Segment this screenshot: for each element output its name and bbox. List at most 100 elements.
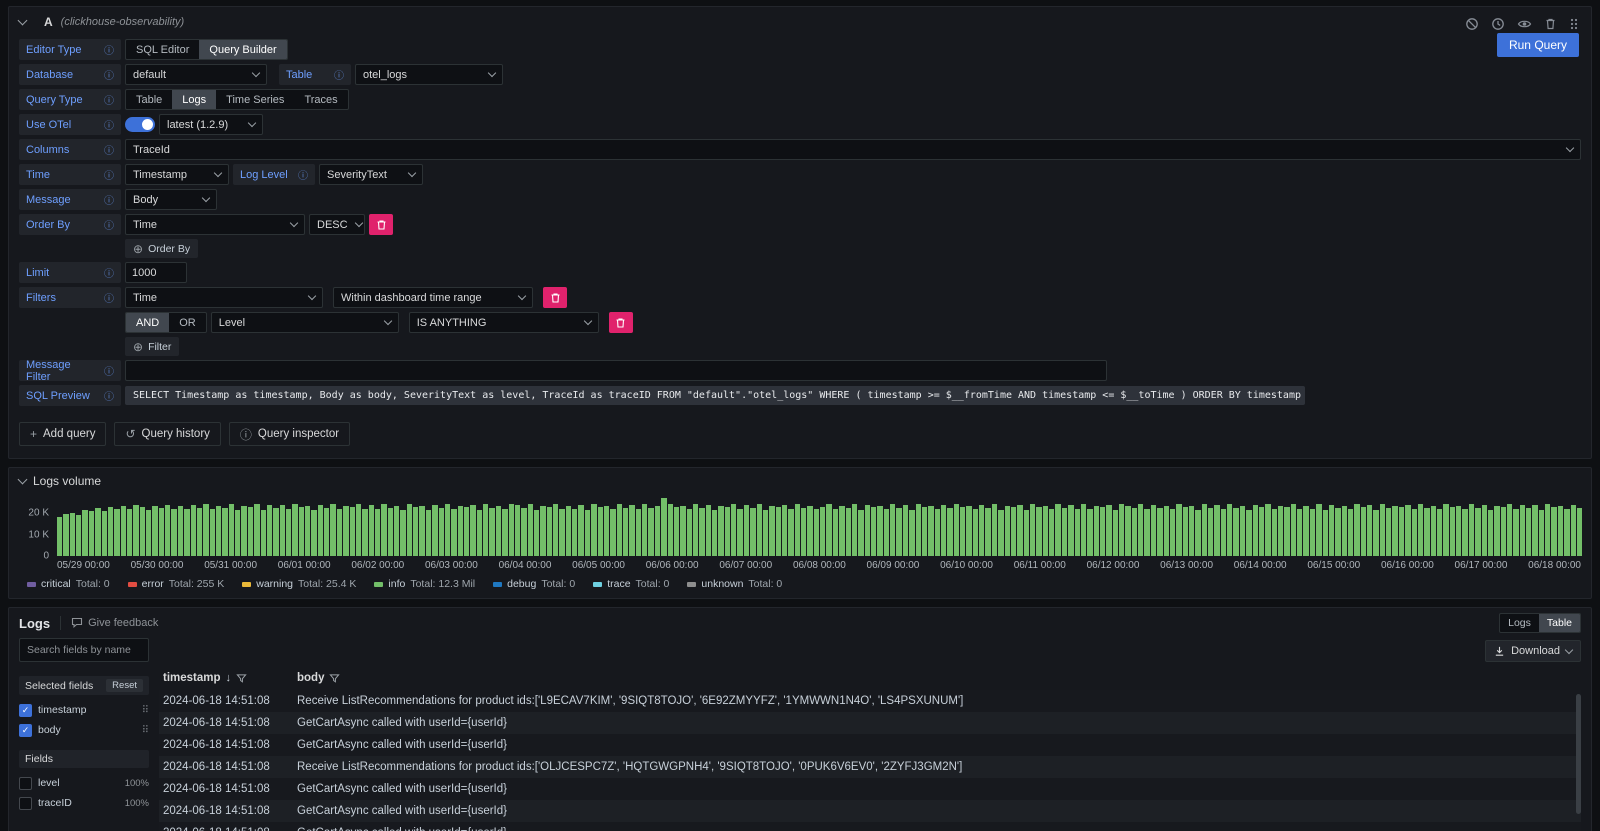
database-label: Database ⓘ [19, 64, 121, 85]
log-row[interactable]: 2024-06-18 14:51:08Receive ListRecommend… [159, 690, 1581, 712]
conjunction-and[interactable]: AND [126, 313, 169, 332]
label-text: Filters [26, 292, 56, 304]
drag-handle-icon[interactable]: ⠿ [142, 705, 149, 716]
columns-multiselect[interactable]: TraceId [125, 139, 1581, 160]
info-icon[interactable]: ⓘ [334, 67, 344, 82]
info-icon[interactable]: ⓘ [104, 42, 114, 57]
download-button[interactable]: Download [1485, 640, 1581, 662]
otel-version-select[interactable]: latest (1.2.9) [159, 114, 263, 135]
time-column-select[interactable]: Timestamp [125, 164, 229, 185]
log-row[interactable]: 2024-06-18 14:51:08GetCartAsync called w… [159, 778, 1581, 800]
legend-item-error[interactable]: errorTotal: 255 K [128, 578, 225, 590]
reset-fields-button[interactable]: Reset [106, 679, 143, 692]
message-column-select[interactable]: Body [125, 189, 217, 210]
info-icon[interactable]: ⓘ [104, 265, 114, 280]
filter-field-select[interactable]: Time [125, 287, 323, 308]
order-by-direction-select[interactable]: DESC [309, 214, 365, 235]
log-level-select[interactable]: SeverityText [319, 164, 423, 185]
order-by-field-select[interactable]: Time [125, 214, 305, 235]
drag-handle-icon[interactable] [1569, 17, 1579, 31]
volume-bar [369, 505, 374, 556]
query-type-tab-traces[interactable]: Traces [294, 90, 347, 109]
y-axis: 010 K20 K [19, 498, 57, 556]
legend-label: unknown [701, 578, 743, 590]
table-scrollbar[interactable] [1576, 694, 1581, 814]
volume-bar [903, 505, 908, 556]
run-query-button[interactable]: Run Query [1497, 33, 1579, 57]
info-icon[interactable]: ⓘ [104, 192, 114, 207]
chevron-down-icon [518, 292, 526, 300]
info-icon[interactable]: ⓘ [104, 363, 114, 378]
legend-item-info[interactable]: infoTotal: 12.3 Mil [374, 578, 475, 590]
view-toggle-table[interactable]: Table [1539, 614, 1580, 632]
editor-type-sql-editor[interactable]: SQL Editor [126, 40, 199, 59]
database-select[interactable]: default [125, 64, 267, 85]
collapse-query-icon[interactable] [18, 16, 28, 26]
filter-icon[interactable] [236, 673, 247, 684]
field-checkbox[interactable] [19, 797, 32, 810]
log-row[interactable]: 2024-06-18 14:51:08Receive ListRecommend… [159, 756, 1581, 778]
info-icon[interactable]: ⓘ [104, 92, 114, 107]
chevron-down-icon [202, 194, 210, 202]
query-type-tab-table[interactable]: Table [126, 90, 172, 109]
table-select[interactable]: otel_logs [355, 64, 503, 85]
sort-desc-icon[interactable]: ↓ [226, 672, 232, 684]
legend-item-warning[interactable]: warningTotal: 25.4 K [242, 578, 356, 590]
use-otel-toggle[interactable] [125, 117, 155, 132]
body-column-header[interactable]: body [289, 672, 1581, 684]
remove-filter2-button[interactable] [609, 312, 633, 333]
remove-order-by-button[interactable] [369, 214, 393, 235]
volume-bar [1577, 508, 1582, 556]
log-row[interactable]: 2024-06-18 14:51:08GetCartAsync called w… [159, 800, 1581, 822]
info-icon[interactable]: ⓘ [104, 290, 114, 305]
collapse-panel-icon[interactable] [18, 475, 28, 485]
disable-query-icon[interactable] [1465, 17, 1479, 31]
add-query-button[interactable]: + Add query [19, 422, 106, 446]
log-row[interactable]: 2024-06-18 14:51:08GetCartAsync called w… [159, 822, 1581, 831]
query-history-button[interactable]: ↺ Query history [114, 422, 220, 446]
query-inspector-button[interactable]: ⓘ Query inspector [229, 422, 350, 446]
volume-bar [623, 508, 628, 556]
editor-type-query-builder[interactable]: Query Builder [199, 40, 286, 59]
give-feedback-link[interactable]: Give feedback [71, 617, 158, 629]
search-fields-input[interactable] [19, 638, 149, 662]
field-checkbox[interactable] [19, 777, 32, 790]
message-filter-input[interactable] [125, 360, 1107, 381]
info-icon[interactable]: ⓘ [104, 217, 114, 232]
filter2-condition-select[interactable]: IS ANYTHING [409, 312, 599, 333]
volume-bar [1202, 504, 1207, 556]
legend-item-trace[interactable]: traceTotal: 0 [593, 578, 669, 590]
field-checkbox[interactable]: ✓ [19, 724, 32, 737]
limit-input[interactable] [125, 262, 187, 283]
info-icon[interactable]: ⓘ [104, 388, 114, 403]
log-row[interactable]: 2024-06-18 14:51:08GetCartAsync called w… [159, 734, 1581, 756]
volume-bar [1284, 507, 1289, 556]
add-order-by-button[interactable]: ⊕ Order By [125, 239, 198, 258]
query-type-tab-time-series[interactable]: Time Series [216, 90, 294, 109]
field-checkbox[interactable]: ✓ [19, 704, 32, 717]
hide-response-icon[interactable] [1517, 17, 1532, 31]
logs-volume-header[interactable]: Logs volume [19, 474, 1581, 488]
history-icon[interactable] [1491, 17, 1505, 31]
info-icon[interactable]: ⓘ [298, 167, 308, 182]
info-icon[interactable]: ⓘ [104, 67, 114, 82]
filter2-field-select[interactable]: Level [211, 312, 399, 333]
view-toggle-logs[interactable]: Logs [1500, 614, 1539, 632]
info-icon[interactable]: ⓘ [104, 117, 114, 132]
drag-handle-icon[interactable]: ⠿ [142, 725, 149, 736]
info-icon[interactable]: ⓘ [104, 142, 114, 157]
legend-item-unknown[interactable]: unknownTotal: 0 [687, 578, 782, 590]
delete-query-icon[interactable] [1544, 17, 1557, 31]
legend-item-debug[interactable]: debugTotal: 0 [493, 578, 575, 590]
remove-filter-button[interactable] [543, 287, 567, 308]
log-row[interactable]: 2024-06-18 14:51:08GetCartAsync called w… [159, 712, 1581, 734]
filter-condition-select[interactable]: Within dashboard time range [333, 287, 533, 308]
conjunction-or[interactable]: OR [169, 313, 206, 332]
fields-header: Fields [19, 750, 149, 768]
info-icon[interactable]: ⓘ [104, 167, 114, 182]
filter-icon[interactable] [329, 673, 340, 684]
add-filter-button[interactable]: ⊕ Filter [125, 337, 179, 356]
timestamp-column-header[interactable]: timestamp ↓ [159, 672, 289, 684]
legend-item-critical[interactable]: criticalTotal: 0 [27, 578, 110, 590]
query-type-tab-logs[interactable]: Logs [172, 90, 216, 109]
